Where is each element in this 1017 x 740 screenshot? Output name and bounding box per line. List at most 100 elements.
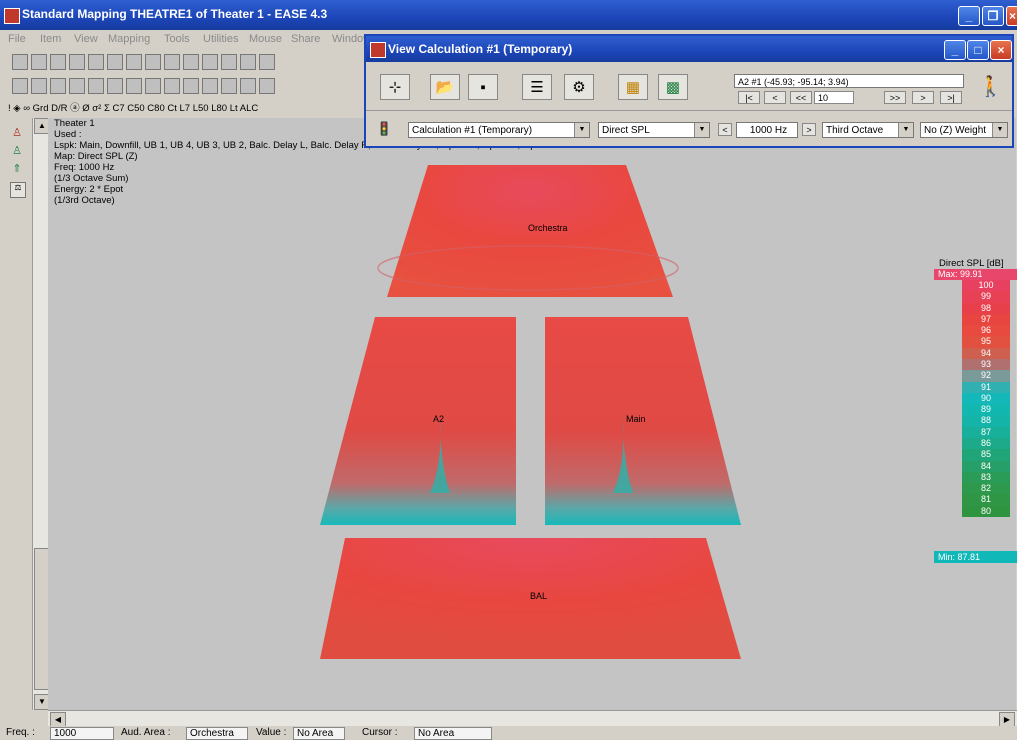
legend-title: Direct SPL [dB] <box>939 258 1004 269</box>
legend-tick: 86 <box>962 437 1010 450</box>
label-main: Main <box>626 414 646 424</box>
measure-icon[interactable] <box>259 78 275 94</box>
nav-fast-prev-button[interactable]: << <box>790 91 812 104</box>
step-input[interactable]: 10 <box>814 91 854 104</box>
map-colors-icon[interactable]: ▦ <box>618 74 648 100</box>
mapping-canvas[interactable]: Orchestra A2 Main BAL <box>48 118 1016 710</box>
vertical-scrollbar[interactable]: ▲ ▼ <box>32 118 50 710</box>
map-icon[interactable] <box>126 78 142 94</box>
filter-icon[interactable] <box>202 78 218 94</box>
menu-share[interactable]: Share <box>291 33 320 45</box>
freq-prev-button[interactable]: < <box>718 123 732 136</box>
bandwidth-select-value: Third Octave <box>826 125 884 136</box>
bandwidth-select[interactable]: Third Octave ▼ <box>822 122 914 138</box>
legend-tick: 89 <box>962 404 1010 416</box>
menu-view[interactable]: View <box>74 33 98 45</box>
dialog-minimize-icon[interactable]: _ <box>944 40 966 60</box>
menu-mouse[interactable]: Mouse <box>249 33 282 45</box>
legend-tick: 85 <box>962 449 1010 461</box>
close-icon[interactable]: × <box>1006 6 1017 26</box>
rotate-icon[interactable] <box>221 54 237 70</box>
select-icon[interactable] <box>88 54 104 70</box>
scroll-right-icon[interactable]: ▶ <box>999 712 1015 727</box>
frequency-field[interactable]: 1000 Hz <box>736 122 798 138</box>
speaker-icon[interactable] <box>183 54 199 70</box>
chart-icon[interactable] <box>145 78 161 94</box>
calculation-select[interactable]: Calculation #1 (Temporary) ▼ <box>408 122 590 138</box>
zoom-icon[interactable] <box>107 54 123 70</box>
print-icon[interactable] <box>50 54 66 70</box>
figure-red-icon[interactable]: ♙ <box>10 126 24 140</box>
audio-icon[interactable] <box>183 78 199 94</box>
nav-first-button[interactable]: |< <box>738 91 760 104</box>
area-a2[interactable] <box>320 317 516 525</box>
figure-arrow-icon[interactable]: ⇑ <box>10 162 24 176</box>
walker-icon[interactable]: 🚶 <box>978 74 1003 99</box>
toolbar-row-1 <box>12 52 372 72</box>
scale-tool-icon[interactable]: ⚖ <box>10 182 26 198</box>
save-disk-icon[interactable]: ▪ <box>468 74 498 100</box>
open-folder-icon[interactable]: 📂 <box>430 74 460 100</box>
mirror-icon[interactable] <box>240 54 256 70</box>
layers-icon[interactable] <box>164 54 180 70</box>
nav-next-button[interactable]: > <box>912 91 934 104</box>
menu-mapping[interactable]: Mapping <box>108 33 150 45</box>
rays-icon[interactable] <box>164 78 180 94</box>
label-orchestra: Orchestra <box>528 223 568 233</box>
restore-icon[interactable]: ❐ <box>982 6 1004 26</box>
axis-icon[interactable] <box>221 78 237 94</box>
legend-tick: 84 <box>962 460 1010 472</box>
nav-last-button[interactable]: >| <box>940 91 962 104</box>
settings-icon[interactable]: ⚙ <box>564 74 594 100</box>
menu-tools[interactable]: Tools <box>164 33 190 45</box>
document-icon[interactable]: ☰ <box>522 74 552 100</box>
chevron-down-icon[interactable]: ▼ <box>992 123 1007 137</box>
copy-icon[interactable] <box>69 54 85 70</box>
status-value-value: No Area <box>293 727 345 740</box>
minimize-icon[interactable]: _ <box>958 6 980 26</box>
legend-min: Min: 87.81 <box>934 551 1017 563</box>
figure-green-icon[interactable]: ♙ <box>10 144 24 158</box>
legend-tick: 83 <box>962 471 1010 484</box>
map-type-select[interactable]: Direct SPL ▼ <box>598 122 710 138</box>
menu-utilities[interactable]: Utilities <box>203 33 238 45</box>
render-icon[interactable] <box>259 54 275 70</box>
legend-tick: 96 <box>962 325 1010 337</box>
view-3d-icon[interactable] <box>69 78 85 94</box>
nav-fast-next-button[interactable]: >> <box>884 91 906 104</box>
toolbar-row-3[interactable]: ! ◈ ∞ Grd D/R ⓐ Ø σ² Σ C7 C50 C80 Ct L7 … <box>8 100 364 116</box>
nav-prev-button[interactable]: < <box>764 91 786 104</box>
wireframe-icon[interactable] <box>88 78 104 94</box>
view-side-icon[interactable] <box>31 78 47 94</box>
info-line: Energy: 2 * Epot <box>54 184 124 195</box>
chevron-down-icon[interactable]: ▼ <box>574 123 589 137</box>
freq-next-button[interactable]: > <box>802 123 816 136</box>
multi-map-icon[interactable]: ▩ <box>658 74 688 100</box>
legend-tick: 88 <box>962 415 1010 427</box>
weighting-select[interactable]: No (Z) Weight ▼ <box>920 122 1008 138</box>
position-field[interactable]: A2 #1 (-45.93; -95.14; 3.94) <box>734 74 964 88</box>
solid-icon[interactable] <box>107 78 123 94</box>
menu-item[interactable]: Item <box>40 33 61 45</box>
crosshair-icon[interactable]: ⊹ <box>380 74 410 100</box>
dialog-close-icon[interactable]: × <box>990 40 1012 60</box>
scroll-left-icon[interactable]: ◀ <box>50 712 66 727</box>
scale-icon[interactable] <box>240 78 256 94</box>
status-cursor-label: Cursor : <box>362 727 398 738</box>
save-icon[interactable] <box>31 54 47 70</box>
info-line: Map: Direct SPL (Z) <box>54 151 138 162</box>
traffic-light-icon[interactable]: 🚦 <box>376 121 392 139</box>
arrow-icon[interactable] <box>202 54 218 70</box>
horizontal-scrollbar[interactable]: ◀ ▶ <box>48 710 1017 727</box>
view-front-icon[interactable] <box>12 78 28 94</box>
view-top-icon[interactable] <box>50 78 66 94</box>
dialog-title-bar[interactable]: View Calculation #1 (Temporary) _ □ × <box>366 36 1012 62</box>
legend-tick: 92 <box>962 370 1010 382</box>
open-icon[interactable] <box>12 54 28 70</box>
dialog-maximize-icon[interactable]: □ <box>967 40 989 60</box>
menu-file[interactable]: File <box>8 33 26 45</box>
pan-icon[interactable] <box>126 54 142 70</box>
chevron-down-icon[interactable]: ▼ <box>898 123 913 137</box>
grid-icon[interactable] <box>145 54 161 70</box>
chevron-down-icon[interactable]: ▼ <box>694 123 709 137</box>
